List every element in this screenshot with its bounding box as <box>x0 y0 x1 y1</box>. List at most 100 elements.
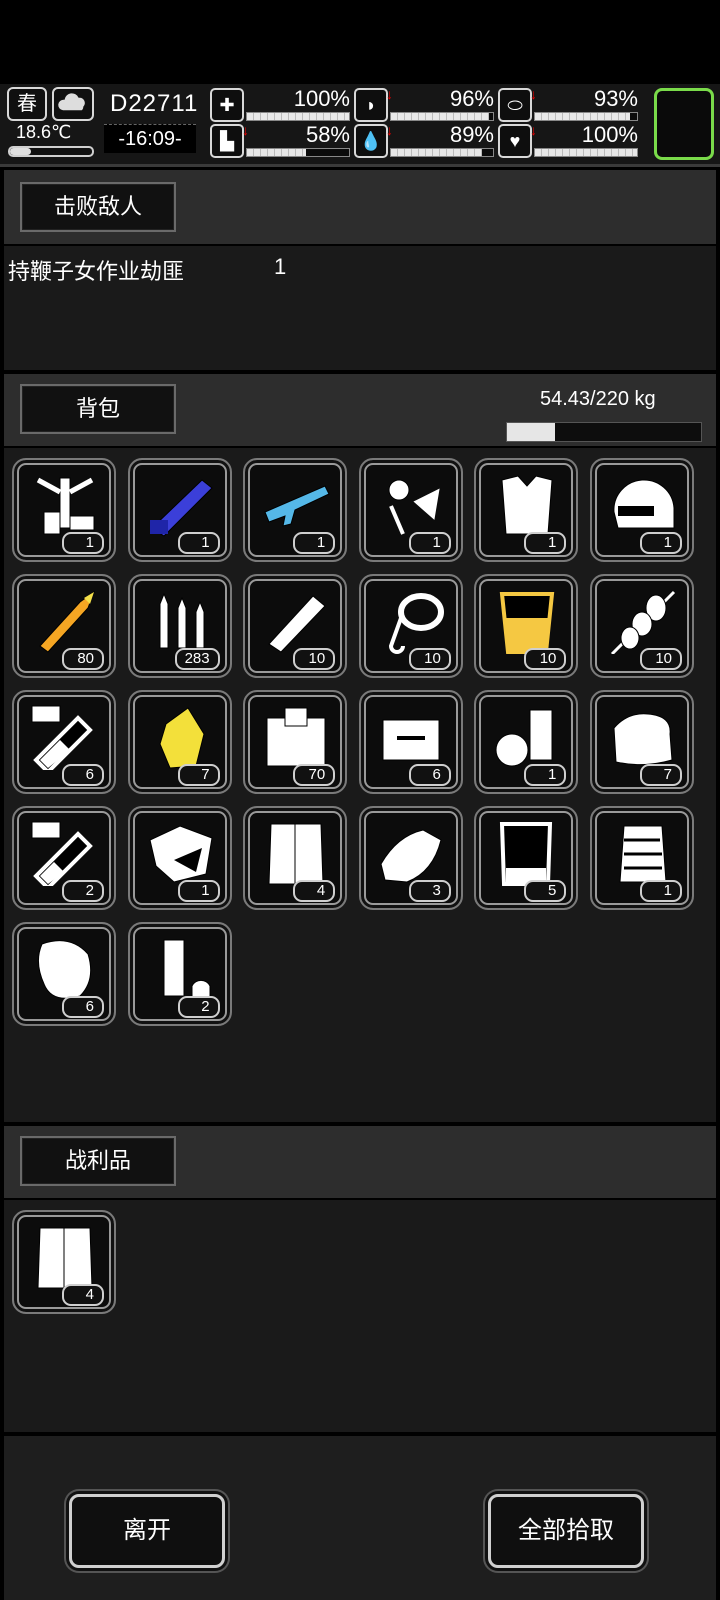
inventory-slot[interactable]: 4 <box>243 806 348 910</box>
inventory-slot[interactable]: 1 <box>12 458 116 562</box>
inventory-slot[interactable]: 10 <box>243 574 348 678</box>
stat-value: 96% <box>449 86 494 111</box>
inventory-slot[interactable]: 7 <box>590 690 694 794</box>
inventory-slot[interactable]: 5 <box>474 806 579 910</box>
item-count: 283 <box>174 648 220 670</box>
item-count: 70 <box>293 764 336 786</box>
inventory-slot[interactable]: 1 <box>127 458 232 562</box>
decrease-arrow-icon: ↓ <box>530 122 537 138</box>
pickup-all-button[interactable]: 全部拾取 <box>488 1494 644 1568</box>
inventory-slot[interactable]: 1 <box>243 458 348 562</box>
inventory-slot[interactable]: 3 <box>358 806 463 910</box>
stat-bar <box>534 112 638 121</box>
heart-icon: ♥ <box>498 124 532 158</box>
medkit-icon: ✚ <box>210 88 244 122</box>
inventory-slot[interactable]: 70 <box>243 690 348 794</box>
inventory-slot[interactable]: 1 <box>127 806 232 910</box>
inventory-slot[interactable]: 283 <box>127 574 232 678</box>
inventory-slot[interactable]: 4 <box>12 1210 116 1314</box>
item-count: 2 <box>177 996 220 1018</box>
inventory-slot[interactable]: 6 <box>358 690 463 794</box>
inventory-slot[interactable]: 10 <box>474 574 579 678</box>
inventory-slot[interactable]: 80 <box>12 574 116 678</box>
pill-icon: ⬭ <box>498 88 532 122</box>
item-count: 80 <box>62 648 104 670</box>
item-count: 7 <box>177 764 220 786</box>
inventory-slot[interactable]: 10 <box>358 574 463 678</box>
stat-meter: ▙ ↓ 58% <box>210 122 350 158</box>
inventory-slot[interactable]: 1 <box>358 458 463 562</box>
stat-meter: ♥ ↓ 100% <box>498 122 638 158</box>
loot-title: 战利品 <box>20 1136 176 1186</box>
boot-icon: ▙ <box>210 124 244 158</box>
stat-value: 89% <box>449 122 494 147</box>
inventory-slot[interactable]: 2 <box>12 806 116 910</box>
item-count: 10 <box>408 648 451 670</box>
stat-value: 93% <box>593 86 638 111</box>
inventory-slot[interactable]: 1 <box>590 806 694 910</box>
inventory-slot[interactable]: 6 <box>12 690 116 794</box>
item-count: 1 <box>408 532 451 554</box>
stat-meter: 💧 ↓ 89% <box>354 122 494 158</box>
item-count: 10 <box>640 648 682 670</box>
equipment-slot[interactable] <box>654 88 714 160</box>
season-badge: 春 <box>7 87 47 121</box>
item-count: 3 <box>408 880 451 902</box>
water-drop-icon: 💧 <box>354 124 388 158</box>
item-count: 1 <box>293 532 336 554</box>
temperature-bar <box>8 146 94 157</box>
item-count: 10 <box>293 648 336 670</box>
item-count: 6 <box>62 764 104 786</box>
item-count: 1 <box>640 880 682 902</box>
item-count: 2 <box>62 880 104 902</box>
item-count: 1 <box>640 532 682 554</box>
inventory-slot[interactable]: 2 <box>127 922 232 1026</box>
item-count: 7 <box>640 764 682 786</box>
item-count: 5 <box>524 880 567 902</box>
item-count: 1 <box>524 532 567 554</box>
backpack-weight-bar <box>506 422 702 442</box>
inventory-slot[interactable]: 6 <box>12 922 116 1026</box>
decrease-arrow-icon: ↓ <box>530 86 537 102</box>
stomach-icon: ◗ <box>354 88 388 122</box>
item-count: 1 <box>524 764 567 786</box>
stat-value: 100% <box>581 122 638 147</box>
decrease-arrow-icon: ↓ <box>386 122 393 138</box>
stat-bar <box>390 148 494 157</box>
inventory-slot[interactable]: 7 <box>127 690 232 794</box>
leave-button[interactable]: 离开 <box>69 1494 225 1568</box>
item-count: 6 <box>408 764 451 786</box>
item-count: 6 <box>62 996 104 1018</box>
stat-meter: ✚ 100% <box>210 86 350 122</box>
inventory-slot[interactable]: 1 <box>474 458 579 562</box>
stat-meter: ⬭ ↓ 93% <box>498 86 638 122</box>
game-time: -16:09- <box>104 124 196 153</box>
stat-meter: ◗ ↓ 96% <box>354 86 494 122</box>
stat-value: 58% <box>305 122 350 147</box>
inventory-slot[interactable]: 1 <box>474 690 579 794</box>
cloud-icon <box>52 87 94 121</box>
defeated-title: 击败敌人 <box>20 182 176 232</box>
item-count: 1 <box>177 532 220 554</box>
decrease-arrow-icon: ↓ <box>386 86 393 102</box>
temperature: 18.6℃ <box>16 122 72 142</box>
day-code: D22711 <box>110 90 199 117</box>
stat-bar <box>246 112 350 121</box>
enemy-count: 1 <box>274 254 287 279</box>
backpack-title: 背包 <box>20 384 176 434</box>
backpack-weight: 54.43/220 kg <box>540 388 656 410</box>
stat-bar <box>534 148 638 157</box>
inventory-slot[interactable]: 10 <box>590 574 694 678</box>
stat-bar <box>390 112 494 121</box>
item-count: 10 <box>524 648 567 670</box>
stat-bar <box>246 148 350 157</box>
status-bar: 春 18.6℃ D22711 -16:09- ✚ 100% ◗ ↓ 96% ⬭ ↓ 93% ▙ ↓… <box>0 84 720 167</box>
stat-value: 100% <box>293 86 350 111</box>
item-count: 4 <box>293 880 336 902</box>
item-count: 1 <box>177 880 220 902</box>
enemy-name: 持鞭子女作业劫匪 <box>8 259 185 284</box>
item-count: 4 <box>62 1284 104 1306</box>
loot-header: 战利品 <box>4 1126 716 1198</box>
inventory-slot[interactable]: 1 <box>590 458 694 562</box>
item-count: 1 <box>62 532 104 554</box>
